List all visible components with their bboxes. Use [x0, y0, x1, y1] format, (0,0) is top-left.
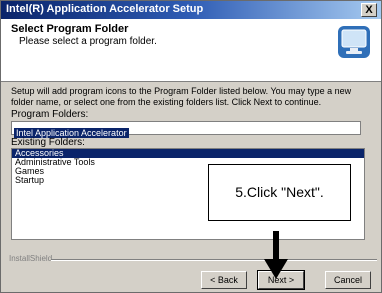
- close-icon: X: [365, 4, 373, 16]
- program-folder-label: Program Folders:: [11, 109, 89, 120]
- footer-divider: [51, 259, 377, 261]
- back-button[interactable]: < Back: [201, 271, 247, 289]
- header-subtitle: Please select a program folder.: [19, 36, 157, 47]
- installshield-label: InstallShield: [9, 254, 53, 263]
- cancel-button[interactable]: Cancel: [325, 271, 371, 289]
- header-panel: Select Program Folder Please select a pr…: [1, 19, 381, 82]
- close-button[interactable]: X: [361, 3, 377, 17]
- setup-dialog-window: Intel(R) Application Accelerator Setup X…: [0, 0, 382, 293]
- window-title: Intel(R) Application Accelerator Setup: [6, 3, 204, 15]
- title-bar[interactable]: Intel(R) Application Accelerator Setup X: [1, 1, 381, 19]
- instruction-callout: 5.Click "Next".: [208, 164, 351, 221]
- header-title: Select Program Folder: [11, 23, 129, 35]
- down-arrow-icon: [264, 231, 288, 279]
- program-folder-input[interactable]: Intel Application Accelerator: [11, 121, 361, 138]
- instructions-text: Setup will add program icons to the Prog…: [11, 86, 352, 107]
- existing-folders-label: Existing Folders:: [11, 137, 85, 148]
- installer-monitor-icon: [338, 26, 370, 58]
